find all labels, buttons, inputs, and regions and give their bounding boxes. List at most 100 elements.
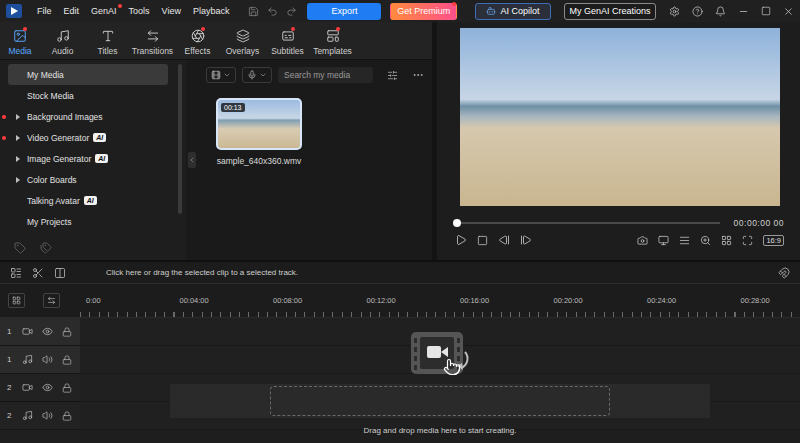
ai-badge: AI bbox=[95, 154, 108, 163]
sidebar-list: My MediaStock Media Background Images Vide… bbox=[0, 60, 186, 236]
sidebar-item[interactable]: Image GeneratorAI bbox=[8, 148, 168, 169]
close-icon[interactable] bbox=[783, 6, 794, 17]
track-head[interactable]: 2 bbox=[0, 402, 80, 430]
play-icon[interactable] bbox=[455, 234, 467, 246]
scrub-knob[interactable] bbox=[453, 219, 461, 227]
maximize-icon[interactable] bbox=[761, 6, 771, 16]
more-button[interactable] bbox=[412, 69, 424, 81]
timeline-hint[interactable]: Click here or drag the selected clip to … bbox=[106, 268, 298, 277]
collapse-button[interactable] bbox=[188, 152, 196, 168]
tab-label: Overlays bbox=[226, 46, 260, 56]
room-tab[interactable]: Transitions bbox=[130, 29, 175, 56]
import-dropdown[interactable] bbox=[206, 67, 236, 83]
tab-label: Transitions bbox=[132, 46, 173, 56]
timeline-canvas[interactable]: Drag and drop media here to start creati… bbox=[80, 318, 800, 443]
zoom-icon[interactable] bbox=[700, 235, 711, 246]
next-frame-icon[interactable] bbox=[520, 234, 532, 246]
scrollbar[interactable] bbox=[178, 64, 182, 214]
sidebar-item[interactable]: Color Boards bbox=[8, 169, 168, 190]
undo-icon[interactable] bbox=[267, 6, 278, 17]
media-search-field[interactable] bbox=[278, 67, 373, 83]
track-view-button[interactable] bbox=[8, 293, 25, 308]
track-head[interactable]: 1 bbox=[0, 346, 80, 374]
expand-arrow-icon[interactable] bbox=[16, 177, 20, 183]
menu-item[interactable]: Playback bbox=[188, 6, 235, 16]
sidebar-item[interactable]: My Projects bbox=[8, 211, 168, 232]
preview-frame bbox=[460, 28, 780, 206]
bell-icon[interactable] bbox=[715, 6, 726, 17]
header-button[interactable]: My GenAI Creations bbox=[564, 3, 656, 20]
volume-icon[interactable] bbox=[42, 354, 53, 365]
room-tab[interactable]: Titles bbox=[85, 29, 130, 56]
menu-bar: FileEditGenAIToolsViewPlayback bbox=[32, 6, 234, 16]
menu-item[interactable]: GenAI bbox=[86, 6, 122, 16]
playback-controls: 16:9 bbox=[455, 234, 784, 246]
save-icon[interactable] bbox=[248, 6, 259, 17]
tab-icon-wrap bbox=[13, 29, 27, 43]
expand-arrow-icon[interactable] bbox=[16, 135, 20, 141]
room-tab[interactable]: Subtitles bbox=[265, 29, 310, 56]
aspect-ratio-button[interactable]: 16:9 bbox=[763, 235, 784, 246]
lock-icon[interactable] bbox=[62, 327, 72, 337]
header-button[interactable]: Export bbox=[307, 3, 381, 20]
fit-button[interactable] bbox=[43, 293, 60, 308]
trim-icon[interactable] bbox=[54, 267, 66, 279]
previous-frame-icon[interactable] bbox=[498, 234, 510, 246]
room-tab-icon bbox=[13, 29, 27, 43]
sidebar-item[interactable]: Stock Media bbox=[8, 85, 168, 106]
track-head[interactable]: 1 bbox=[0, 318, 80, 346]
volume-icon[interactable] bbox=[42, 410, 53, 421]
time-ruler[interactable]: 0:0000:04:0000:08:0000:12:0000:16:0000:2… bbox=[80, 284, 800, 317]
minimize-icon[interactable] bbox=[738, 6, 749, 17]
record-dropdown[interactable] bbox=[242, 67, 272, 83]
expand-arrow-icon[interactable] bbox=[16, 156, 20, 162]
lock-icon[interactable] bbox=[62, 383, 72, 393]
grid-icon[interactable] bbox=[721, 235, 732, 246]
tag-icon[interactable] bbox=[14, 242, 26, 254]
room-tab[interactable]: Templates bbox=[310, 29, 355, 56]
fullscreen-icon[interactable] bbox=[742, 235, 753, 246]
room-tab[interactable]: Effects bbox=[175, 29, 220, 56]
room-tab[interactable]: Media bbox=[0, 29, 40, 56]
scrub-track[interactable] bbox=[455, 222, 720, 224]
subtitle-icon[interactable] bbox=[679, 235, 690, 246]
redo-icon[interactable] bbox=[286, 6, 297, 17]
header-button[interactable]: AI Copilot bbox=[475, 3, 551, 20]
room-tab[interactable]: Audio bbox=[40, 29, 85, 56]
stop-icon[interactable] bbox=[477, 235, 488, 246]
drop-zone[interactable] bbox=[270, 386, 610, 416]
snapshot-icon[interactable] bbox=[637, 235, 648, 246]
snap-icon[interactable] bbox=[778, 267, 790, 279]
lock-icon[interactable] bbox=[62, 411, 72, 421]
help-icon[interactable] bbox=[692, 6, 703, 17]
menu-item[interactable]: File bbox=[32, 6, 57, 16]
sidebar-item[interactable]: My Media bbox=[8, 64, 168, 85]
track-head[interactable]: 2 bbox=[0, 374, 80, 402]
sidebar-item[interactable]: Video GeneratorAI bbox=[8, 127, 168, 148]
sidebar-footer bbox=[0, 236, 186, 260]
media-thumbnail[interactable]: 00:13 bbox=[216, 98, 302, 150]
menu-item[interactable]: Edit bbox=[59, 6, 85, 16]
tags-icon[interactable] bbox=[40, 242, 52, 254]
split-icon[interactable] bbox=[32, 267, 44, 279]
menu-item[interactable]: View bbox=[157, 6, 186, 16]
room-tabs: MediaAudioTitlesTransitionsEffects Overla… bbox=[0, 22, 432, 60]
hand-icon-wrap bbox=[443, 358, 461, 376]
copilot-icon bbox=[486, 6, 496, 16]
lock-icon[interactable] bbox=[62, 355, 72, 365]
display-icon[interactable] bbox=[658, 235, 669, 246]
gear-icon[interactable] bbox=[669, 6, 680, 17]
ruler-label: 0:00 bbox=[86, 296, 180, 305]
sidebar-item[interactable]: Background Images bbox=[8, 106, 168, 127]
menu-item[interactable]: Tools bbox=[124, 6, 155, 16]
filter-button[interactable] bbox=[387, 70, 398, 81]
visibility-icon[interactable] bbox=[42, 326, 53, 337]
sidebar-label: Background Images bbox=[27, 112, 103, 122]
track-manager-icon[interactable] bbox=[10, 267, 22, 279]
expand-arrow-icon[interactable] bbox=[16, 114, 20, 120]
sidebar-item[interactable]: Talking AvatarAI bbox=[8, 190, 168, 211]
header-button[interactable]: Get Premium bbox=[390, 3, 456, 20]
media-item[interactable]: 00:13sample_640x360.wmv bbox=[216, 98, 302, 166]
visibility-icon[interactable] bbox=[42, 382, 53, 393]
room-tab[interactable]: Overlays bbox=[220, 29, 265, 56]
